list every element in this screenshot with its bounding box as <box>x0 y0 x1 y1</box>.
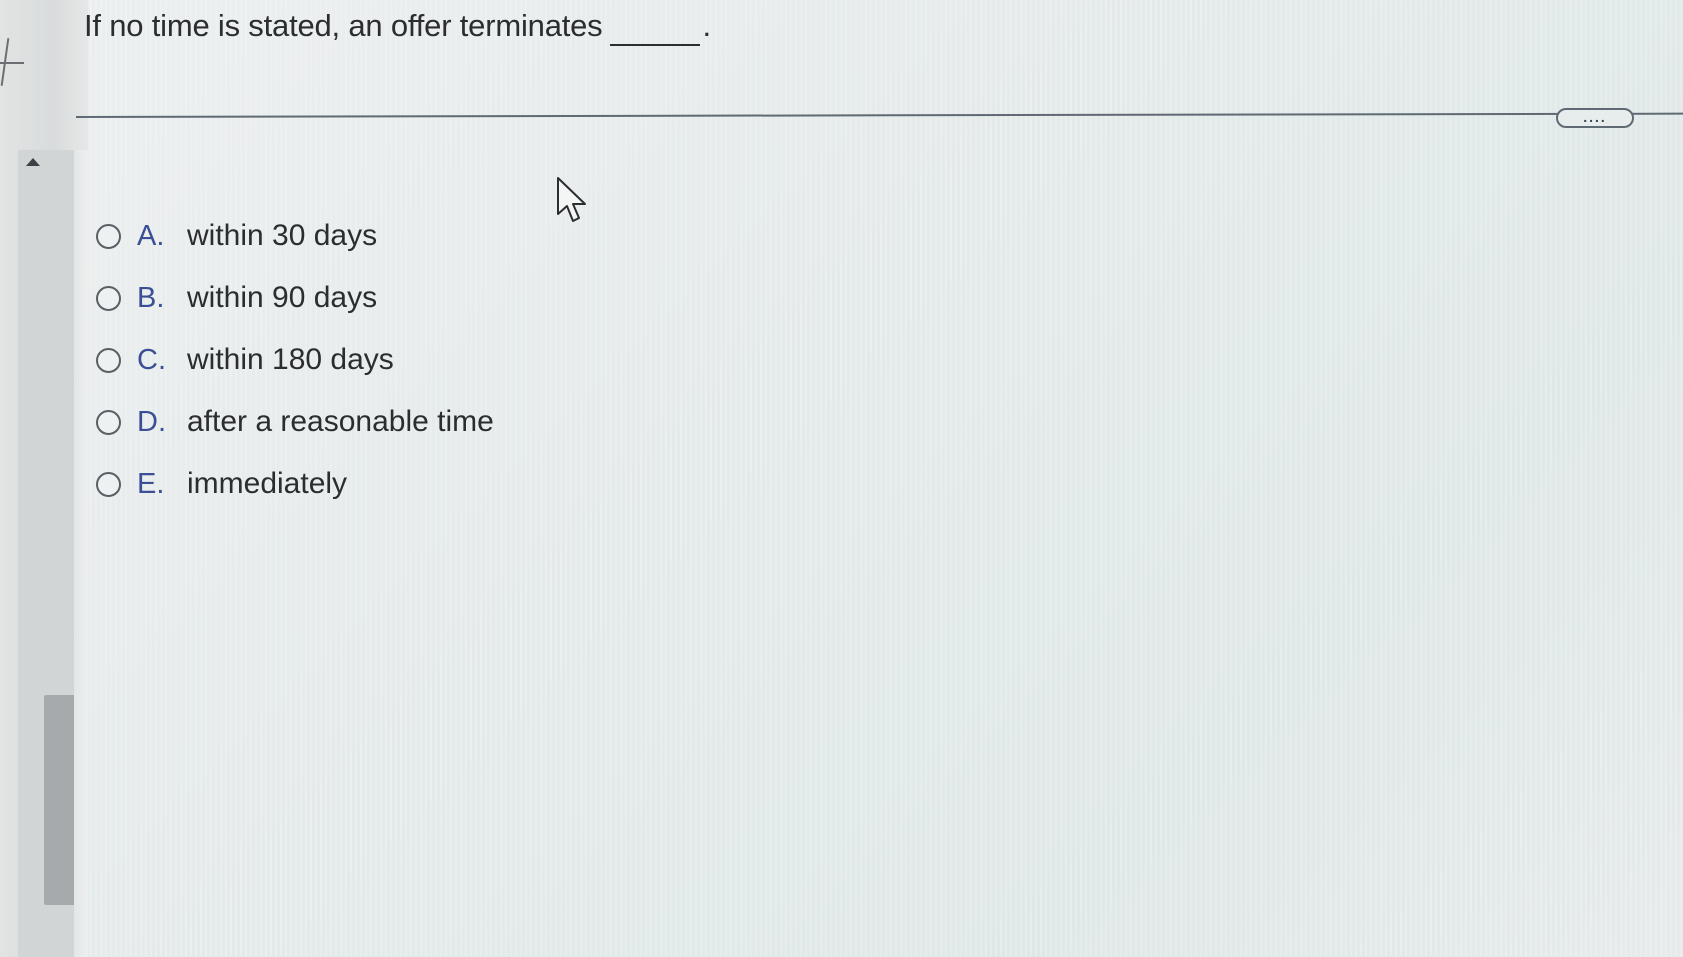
radio-unchecked-icon[interactable] <box>96 285 121 311</box>
question-prompt: If no time is stated, an offer terminate… <box>84 8 711 46</box>
option-b[interactable]: B. within 90 days <box>96 267 494 329</box>
option-letter: A. <box>137 219 165 252</box>
option-letter: C. <box>137 343 166 376</box>
option-letter: B. <box>137 281 165 314</box>
option-c[interactable]: C. within 180 days <box>96 329 494 391</box>
radio-unchecked-icon[interactable] <box>96 471 121 497</box>
option-letter: E. <box>137 467 165 500</box>
question-text: If no time is stated, an offer terminate… <box>84 8 603 43</box>
expand-more-button[interactable]: .... <box>1556 108 1634 128</box>
option-e[interactable]: E. immediately <box>96 453 494 515</box>
caret-up-icon[interactable] <box>26 158 40 166</box>
answer-options: A. within 30 days B. within 90 days C. w… <box>96 205 494 515</box>
option-a[interactable]: A. within 30 days <box>96 205 494 267</box>
option-d[interactable]: D. after a reasonable time <box>96 391 494 453</box>
question-screen: If no time is stated, an offer terminate… <box>0 0 1683 957</box>
radio-unchecked-icon[interactable] <box>96 347 121 373</box>
option-text: after a reasonable time <box>187 405 494 438</box>
option-text: within 30 days <box>187 219 378 252</box>
option-letter: D. <box>137 405 166 438</box>
mouse-pointer-icon <box>557 177 586 222</box>
option-text: within 90 days <box>187 281 378 314</box>
radio-unchecked-icon[interactable] <box>96 409 121 435</box>
scrollbar-thumb[interactable] <box>44 695 78 905</box>
content-edge <box>74 150 88 957</box>
radio-unchecked-icon[interactable] <box>96 223 121 249</box>
question-period: . <box>702 8 711 43</box>
left-divider <box>0 62 24 64</box>
answer-blank <box>610 44 701 46</box>
option-text: immediately <box>187 467 348 500</box>
section-separator <box>75 112 1683 118</box>
option-text: within 180 days <box>187 343 394 376</box>
